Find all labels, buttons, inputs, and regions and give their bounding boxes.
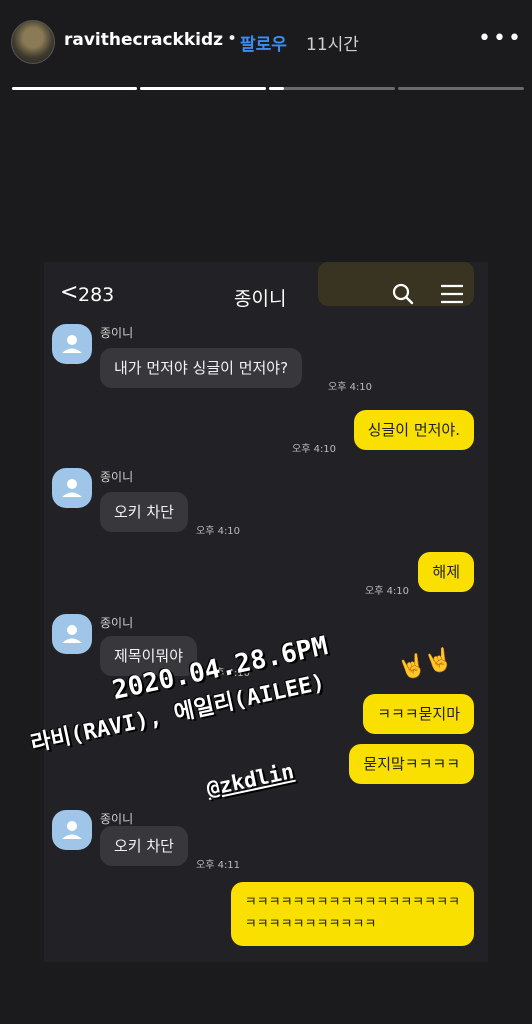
message-bubble-out[interactable]: 해제 [418, 552, 474, 592]
profile-avatar[interactable] [52, 810, 92, 850]
progress-fill [140, 87, 266, 90]
message-bubble-in[interactable]: 내가 먼저야 싱글이 먼저야? [100, 348, 303, 388]
sender-name: 종이니 [100, 812, 134, 826]
profile-avatar[interactable] [52, 468, 92, 508]
message-line: ㅋㅋㅋㅋㅋㅋㅋㅋㅋㅋㅋ [244, 917, 377, 932]
progress-fill [12, 87, 137, 90]
time-ago: 11시간 [306, 35, 359, 55]
message-timestamp: 오후 4:10 [196, 526, 241, 537]
username[interactable]: ravithecrackkidz [64, 30, 223, 50]
chat-title: 종이니 [234, 288, 287, 310]
message-bubble-in[interactable]: 오키 차단 [100, 826, 188, 866]
progress-segment [269, 87, 395, 90]
message-bubble-out[interactable]: ㅋㅋㅋ묻지마 [363, 694, 474, 734]
follow-button[interactable]: 팔로우 [240, 30, 287, 55]
progress-segment [398, 87, 524, 90]
back-icon[interactable]: < [60, 280, 78, 305]
separator-dot: • [227, 29, 238, 49]
sender-name: 종이니 [100, 470, 134, 484]
message-timestamp: 오후 4:10 [292, 444, 337, 455]
message-bubble-out[interactable]: 싱글이 먼저야. [353, 410, 474, 450]
person-icon [62, 625, 82, 643]
chat-count: 283 [78, 284, 115, 306]
avatar[interactable] [11, 20, 55, 64]
story-header: ravithecrackkidz • 팔로우 11시간 ••• [0, 0, 532, 100]
message-timestamp: 오후 4:10 [328, 382, 373, 393]
sender-name: 종이니 [100, 326, 134, 340]
profile-avatar[interactable] [52, 324, 92, 364]
message-line: ㅋㅋㅋㅋㅋㅋㅋㅋㅋㅋㅋㅋㅋㅋㅋㅋㅋㅋ [244, 895, 460, 910]
message-bubble-in[interactable]: 오키 차단 [100, 492, 188, 532]
profile-avatar[interactable] [52, 614, 92, 654]
progress-fill [269, 87, 284, 90]
person-icon [62, 479, 82, 497]
person-icon [62, 335, 82, 353]
menu-icon[interactable] [440, 284, 464, 304]
message-timestamp: 오후 4:10 [365, 586, 410, 597]
search-icon[interactable] [392, 283, 414, 305]
message-bubble-out[interactable]: 묻지맠ㅋㅋㅋㅋ [349, 744, 474, 784]
message-bubble-out[interactable]: ㅋㅋㅋㅋㅋㅋㅋㅋㅋㅋㅋㅋㅋㅋㅋㅋㅋㅋ ㅋㅋㅋㅋㅋㅋㅋㅋㅋㅋㅋ [230, 882, 474, 946]
message-timestamp: 오후 4:11 [196, 860, 241, 871]
sender-name: 종이니 [100, 616, 134, 630]
person-icon [62, 821, 82, 839]
more-options-icon[interactable]: ••• [478, 26, 523, 51]
